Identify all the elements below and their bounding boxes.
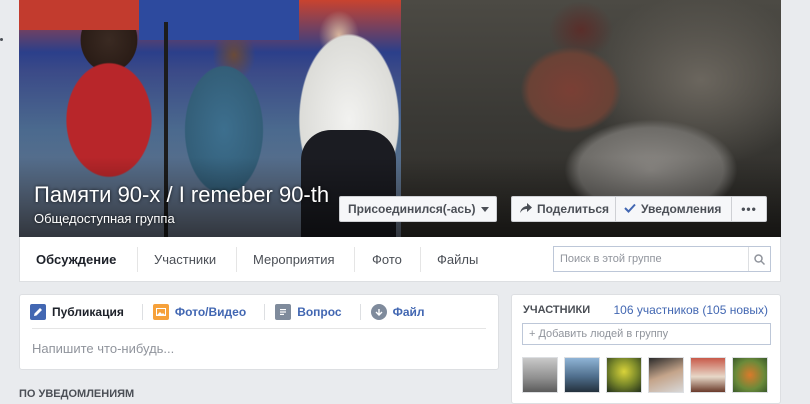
composer-tab-post[interactable]: Публикация [30,302,132,322]
avatar[interactable] [732,357,768,393]
composer-tab-label: Фото/Видео [174,304,247,319]
share-arrow-icon [520,202,532,216]
share-button[interactable]: Поделиться [512,197,616,221]
avatar[interactable] [522,357,558,393]
avatar[interactable] [564,357,600,393]
members-count-link[interactable]: 106 участников (105 новых) [613,303,768,317]
post-composer: Публикация Фото/Видео Вопрос Файл Напиши… [19,294,499,370]
composer-tab-file[interactable]: Файл [370,302,433,322]
file-icon [370,303,387,320]
avatar[interactable] [606,357,642,393]
group-search [553,246,771,272]
composer-tab-question[interactable]: Вопрос [275,302,349,322]
composer-tab-label: Вопрос [297,304,342,319]
members-title: УЧАСТНИКИ [523,304,591,316]
cover-actions: Поделиться Уведомления ••• [511,196,767,222]
more-options-button[interactable]: ••• [732,197,766,221]
tab-discussion[interactable]: Обсуждение [20,237,132,282]
composer-tab-photo-video[interactable]: Фото/Видео [152,302,254,322]
cover-photo: Памяти 90-х / I remeber 90-th Общедоступ… [19,0,781,237]
group-privacy-label: Общедоступная группа [34,211,175,226]
avatar[interactable] [648,357,684,393]
question-icon [275,303,292,320]
notifications-button-label: Уведомления [641,202,722,216]
avatar[interactable] [690,357,726,393]
group-title[interactable]: Памяти 90-х / I remeber 90-th [34,182,329,208]
feed-section-label: ПО УВЕДОМЛЕНИЯМ [19,388,135,400]
composer-tab-label: Файл [392,304,425,319]
composer-tabs: Публикация Фото/Видео Вопрос Файл [20,295,498,328]
share-button-label: Поделиться [537,202,610,216]
tab-photos[interactable]: Фото [356,237,418,282]
photo-icon [152,303,169,320]
member-avatars [522,357,768,393]
tab-members[interactable]: Участники [138,237,232,282]
members-card: УЧАСТНИКИ 106 участников (105 новых) + Д… [511,294,781,404]
pencil-icon [30,303,46,320]
tab-files[interactable]: Файлы [421,237,494,282]
notifications-button[interactable]: Уведомления [616,197,732,221]
edge-dot [0,38,3,41]
group-search-input[interactable] [554,247,748,271]
chevron-down-icon [481,206,490,212]
add-people-input[interactable]: + Добавить людей в группу [522,323,771,345]
tab-events[interactable]: Мероприятия [237,237,351,282]
check-icon [624,202,636,216]
composer-text-input[interactable]: Напишите что-нибудь... [32,341,174,356]
join-button[interactable]: Присоединился(-ась) [339,196,497,222]
composer-tab-label: Публикация [52,304,124,319]
search-icon[interactable] [748,247,770,271]
group-tab-bar: Обсуждение Участники Мероприятия Фото Фа… [19,237,781,282]
join-button-label: Присоединился(-ась) [348,202,476,216]
